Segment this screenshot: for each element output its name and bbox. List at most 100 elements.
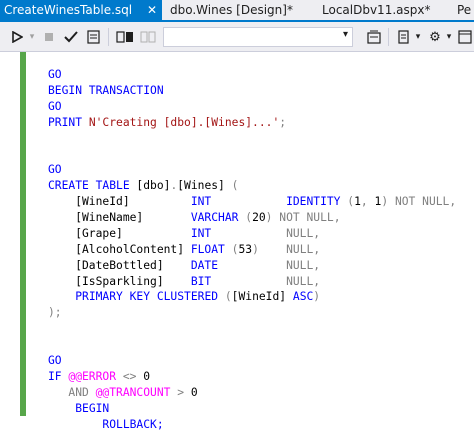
code-token: , <box>360 195 375 209</box>
tab-overflow[interactable]: Pe <box>453 0 474 20</box>
toolbar-separator <box>108 28 109 46</box>
chevron-down-icon[interactable]: ▾ <box>414 28 422 46</box>
connection-icon[interactable] <box>139 28 157 46</box>
code-token: , <box>313 258 321 272</box>
stop-icon[interactable] <box>42 28 56 46</box>
code-token: CREATE TABLE <box>48 179 137 193</box>
tab-label: Pe <box>457 3 472 17</box>
pin-icon[interactable]: ˒ <box>126 0 129 20</box>
check-icon[interactable] <box>63 28 79 46</box>
sql-editor[interactable]: GO BEGIN TRANSACTION GO PRINT N'Creating [d… <box>0 52 474 431</box>
code-token: NOT NULL <box>394 195 450 209</box>
code-token: [WineId] <box>231 290 293 304</box>
code-line: [WineName] VARCHAR (20) NOT NULL, <box>48 210 456 226</box>
settings-icon[interactable]: ⚙ <box>427 28 443 46</box>
change-tracking-bar <box>20 52 26 416</box>
display-plan-icon[interactable] <box>86 28 102 46</box>
code-token: , <box>313 242 321 256</box>
chevron-down-icon[interactable]: ▾ <box>445 28 453 46</box>
chevron-down-icon: ▾ <box>342 29 348 40</box>
code-token: [Grape] <box>48 226 191 240</box>
code-token: [WineId] <box>48 195 191 209</box>
code-token: [IsSparkling] <box>48 274 191 288</box>
document-tab-strip: CreateWinesTable.sql ˒ ✕ dbo.Wines [Desi… <box>0 0 474 22</box>
code-line: [WineId] INT IDENTITY (1, 1) NOT NULL, <box>48 194 456 210</box>
code-line: [DateBottled] DATE NULL, <box>48 258 456 274</box>
code-token: ); <box>48 306 62 320</box>
code-token: PRINT <box>48 115 89 129</box>
code-token: [DateBottled] <box>48 258 191 272</box>
code-line: BEGIN TRANSACTION <box>48 83 456 99</box>
code-token: 20 <box>252 211 266 225</box>
code-token: ( <box>231 179 239 193</box>
code-token: N'Creating [dbo].[Wines]...' <box>88 115 280 129</box>
new-query-icon[interactable] <box>396 28 412 46</box>
code-token: IDENTITY <box>286 195 348 209</box>
code-token: NULL <box>286 242 314 256</box>
code-line: CREATE TABLE [dbo].[Wines] ( <box>48 178 456 194</box>
code-token: ) <box>381 195 395 209</box>
code-line: GO <box>48 99 456 115</box>
code-token: VARCHAR <box>190 211 246 225</box>
code-token: 1 <box>354 195 361 209</box>
code-token: ASC <box>292 290 314 304</box>
code-token: BIT <box>190 274 212 288</box>
code-token: INT <box>190 226 212 240</box>
results-icon[interactable] <box>115 28 135 46</box>
code-text[interactable]: GO BEGIN TRANSACTION GO PRINT N'Creating [d… <box>48 67 456 432</box>
tab-localdbv11-aspx[interactable]: LocalDbv11.aspx* <box>318 0 448 20</box>
code-line: BEGIN <box>48 401 456 417</box>
database-selector[interactable]: ▾ <box>163 27 353 47</box>
code-token: , <box>313 226 321 240</box>
tab-dbo-wines-design[interactable]: dbo.Wines [Design]* <box>166 0 316 20</box>
code-token: 0 <box>143 369 151 383</box>
code-line: [AlcoholContent] FLOAT (53) NULL, <box>48 242 456 258</box>
code-line: [Grape] INT NULL, <box>48 226 456 242</box>
code-token: NULL <box>286 258 314 272</box>
code-token: IF <box>48 369 69 383</box>
code-token: 53 <box>238 242 253 256</box>
code-token: <> <box>116 369 144 383</box>
code-line: PRIMARY KEY CLUSTERED ([WineId] ASC) <box>48 289 456 305</box>
code-token: NULL <box>286 226 314 240</box>
code-token: GO <box>48 163 62 177</box>
tab-createwinestable-sql[interactable]: CreateWinesTable.sql ˒ ✕ <box>0 0 162 20</box>
query-options-icon[interactable] <box>366 28 382 46</box>
tab-label: CreateWinesTable.sql <box>4 3 133 17</box>
code-token: AND <box>68 385 89 399</box>
code-token: PRIMARY KEY CLUSTERED <box>75 290 225 304</box>
code-token: GO <box>48 354 62 368</box>
code-line: PRINT N'Creating [dbo].[Wines]...'; <box>48 115 456 131</box>
chevron-down-icon[interactable]: ▾ <box>27 28 37 46</box>
code-line: GO <box>48 67 456 83</box>
code-token: , <box>449 195 457 209</box>
code-token: [AlcoholContent] <box>48 242 191 256</box>
code-line: GO <box>48 162 456 178</box>
window-icon[interactable] <box>457 28 473 46</box>
close-icon[interactable]: ✕ <box>147 0 157 20</box>
tab-label: dbo.Wines [Design]* <box>170 3 293 17</box>
code-token: ( <box>224 290 232 304</box>
execute-icon[interactable] <box>10 28 24 46</box>
code-line: ); <box>48 305 456 321</box>
code-line: [IsSparkling] BIT NULL, <box>48 274 456 290</box>
code-token: @@ERROR <box>68 369 117 383</box>
code-token: INT <box>190 195 212 209</box>
query-toolbar: ▾ ▾ ▾ ⚙ ▾ <box>0 22 474 52</box>
code-token: BEGIN <box>75 401 110 415</box>
code-token: NULL <box>286 274 314 288</box>
code-token: BEGIN TRANSACTION <box>48 83 164 97</box>
code-token: ROLLBACK; <box>102 417 164 431</box>
code-token: , <box>333 211 341 225</box>
